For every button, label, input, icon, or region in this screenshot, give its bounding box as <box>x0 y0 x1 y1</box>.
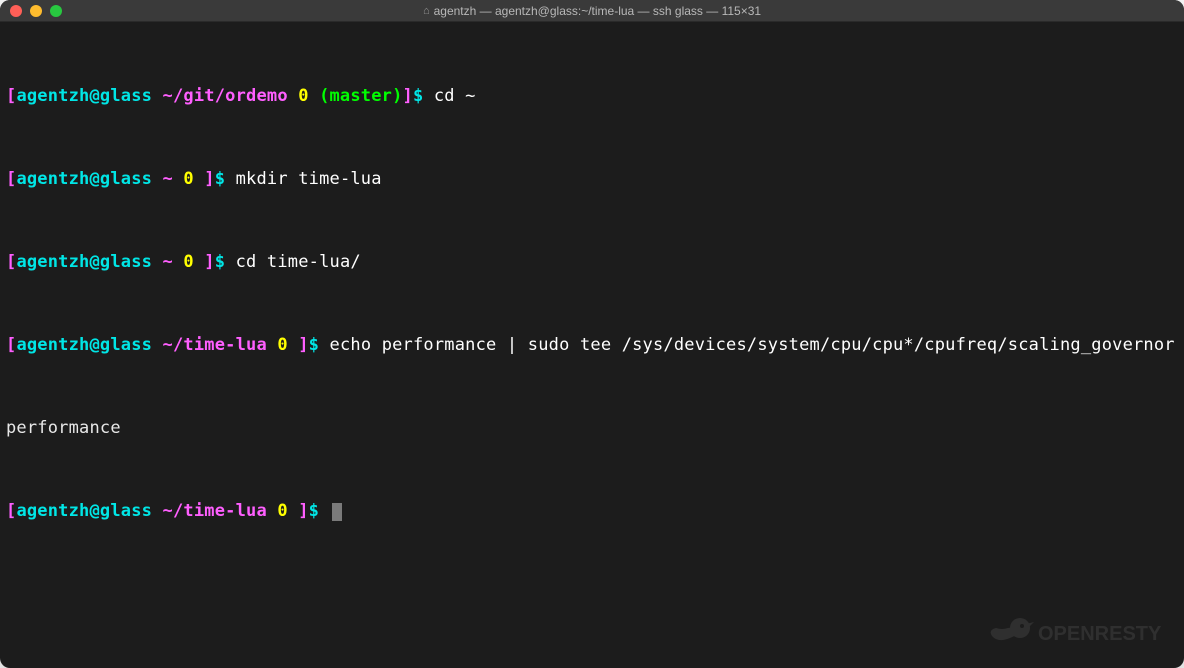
terminal-line: [agentzh@glass ~/git/ordemo 0 (master)]$… <box>6 86 1178 107</box>
prompt-userhost: agentzh@glass <box>16 252 152 272</box>
prompt-path: ~ <box>163 252 173 272</box>
window-titlebar: ⌂ agentzh — agentzh@glass:~/time-lua — s… <box>0 0 1184 22</box>
prompt-dollar: $ <box>215 169 225 189</box>
prompt-bracket-close: ] <box>403 86 413 106</box>
prompt-userhost: agentzh@glass <box>16 86 152 106</box>
prompt-dollar: $ <box>413 86 423 106</box>
prompt-exit-code: 0 <box>277 335 287 355</box>
prompt-path: ~/time-lua <box>163 335 267 355</box>
prompt-dollar: $ <box>309 501 319 521</box>
prompt-bracket-close: ] <box>204 169 214 189</box>
prompt-userhost: agentzh@glass <box>16 169 152 189</box>
prompt-exit-code: 0 <box>298 86 308 106</box>
command-text: cd time-lua/ <box>236 252 361 272</box>
prompt-exit-code: 0 <box>277 501 287 521</box>
prompt-path: ~ <box>163 169 173 189</box>
prompt-branch: (master) <box>319 86 402 106</box>
terminal-line: [agentzh@glass ~ 0 ]$ mkdir time-lua <box>6 169 1178 190</box>
prompt-dollar: $ <box>309 335 319 355</box>
command-text: echo performance | sudo tee /sys/devices… <box>330 335 1175 355</box>
prompt-bracket-open: [ <box>6 86 16 106</box>
prompt-exit-code: 0 <box>183 252 193 272</box>
home-icon: ⌂ <box>423 5 430 17</box>
terminal-body[interactable]: [agentzh@glass ~/git/ordemo 0 (master)]$… <box>0 22 1184 565</box>
terminal-line: [agentzh@glass ~/time-lua 0 ]$ echo perf… <box>6 335 1178 356</box>
window-title-text: agentzh — agentzh@glass:~/time-lua — ssh… <box>434 4 761 18</box>
terminal-line: [agentzh@glass ~/time-lua 0 ]$ <box>6 501 1178 522</box>
prompt-bracket-close: ] <box>298 501 308 521</box>
prompt-bracket-open: [ <box>6 501 16 521</box>
cursor-icon <box>332 503 342 521</box>
prompt-bracket-open: [ <box>6 335 16 355</box>
maximize-button[interactable] <box>50 5 62 17</box>
prompt-userhost: agentzh@glass <box>16 335 152 355</box>
terminal-line: [agentzh@glass ~ 0 ]$ cd time-lua/ <box>6 252 1178 273</box>
minimize-button[interactable] <box>30 5 42 17</box>
prompt-exit-code: 0 <box>183 169 193 189</box>
prompt-path: ~/time-lua <box>163 501 267 521</box>
prompt-dollar: $ <box>215 252 225 272</box>
prompt-bracket-close: ] <box>298 335 308 355</box>
command-text: mkdir time-lua <box>236 169 382 189</box>
prompt-bracket-close: ] <box>204 252 214 272</box>
prompt-bracket-open: [ <box>6 252 16 272</box>
terminal-output: performance <box>6 418 1178 439</box>
watermark-text: OPENRESTY <box>1038 623 1162 645</box>
window-title: ⌂ agentzh — agentzh@glass:~/time-lua — s… <box>0 4 1184 18</box>
prompt-path: ~/git/ordemo <box>163 86 288 106</box>
prompt-userhost: agentzh@glass <box>16 501 152 521</box>
terminal-window: ⌂ agentzh — agentzh@glass:~/time-lua — s… <box>0 0 1184 668</box>
prompt-bracket-open: [ <box>6 169 16 189</box>
traffic-lights <box>0 5 62 17</box>
openresty-logo: OPENRESTY <box>988 608 1168 658</box>
command-text: cd ~ <box>434 86 476 106</box>
close-button[interactable] <box>10 5 22 17</box>
